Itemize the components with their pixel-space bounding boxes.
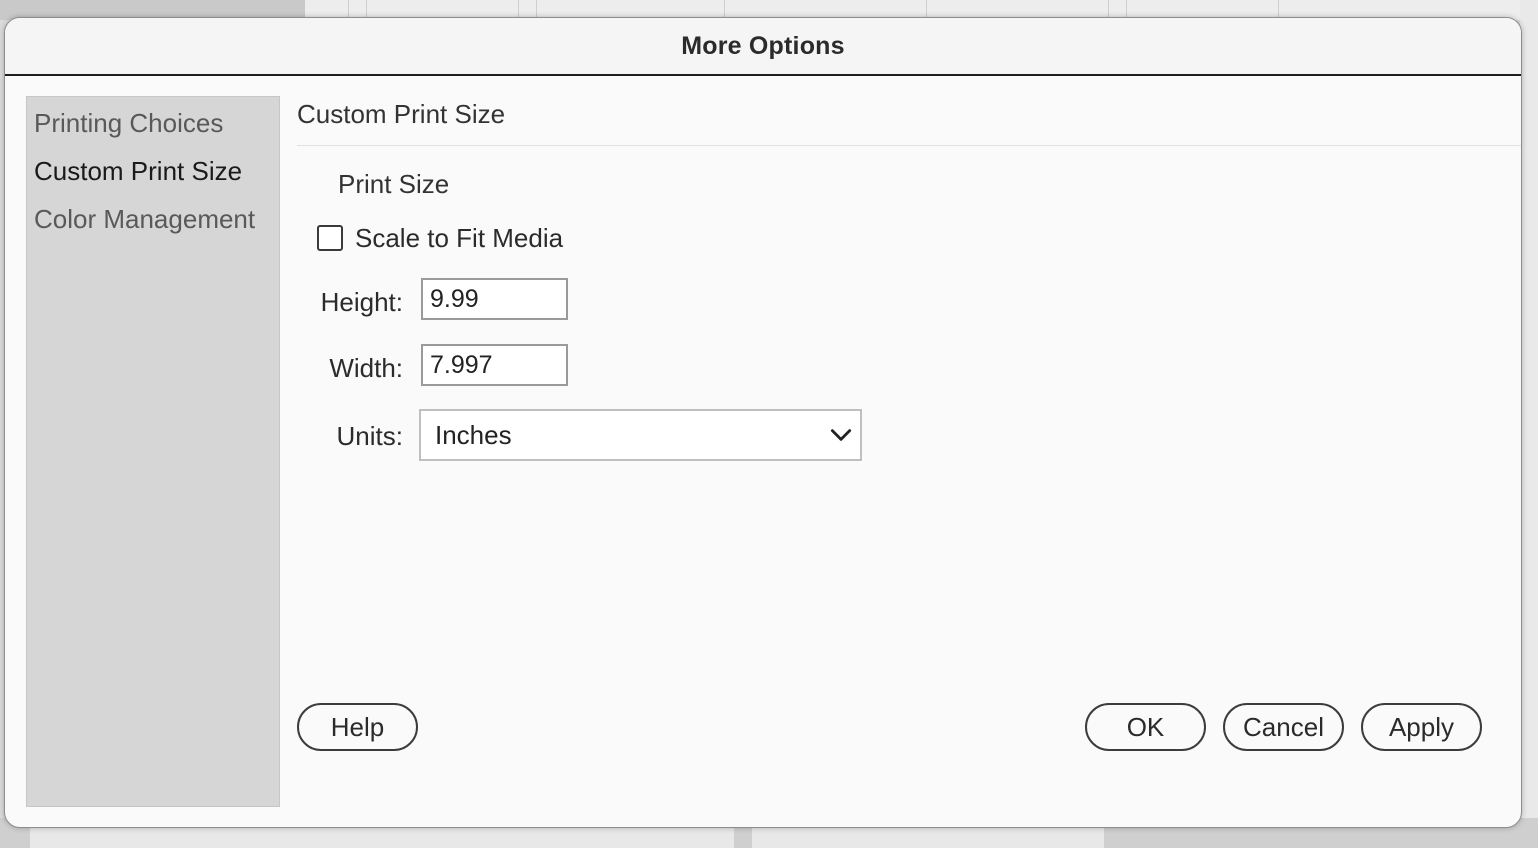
sidebar-item-color-management[interactable]: Color Management bbox=[27, 201, 279, 249]
scale-to-fit-row: Scale to Fit Media bbox=[317, 222, 563, 254]
scale-to-fit-checkbox[interactable] bbox=[317, 225, 343, 251]
ok-button[interactable]: OK bbox=[1085, 703, 1206, 751]
apply-button[interactable]: Apply bbox=[1361, 703, 1482, 751]
background-right-edge bbox=[1520, 0, 1538, 848]
more-options-dialog: More Options Printing Choices Custom Pri… bbox=[4, 17, 1522, 828]
scale-to-fit-label[interactable]: Scale to Fit Media bbox=[355, 223, 563, 254]
height-input[interactable] bbox=[421, 278, 568, 320]
help-button[interactable]: Help bbox=[297, 703, 418, 751]
units-select[interactable]: Inches bbox=[419, 409, 862, 461]
cancel-button[interactable]: Cancel bbox=[1223, 703, 1344, 751]
dialog-title: More Options bbox=[681, 31, 845, 60]
print-size-group-label: Print Size bbox=[338, 169, 450, 199]
sidebar-item-custom-print-size[interactable]: Custom Print Size bbox=[27, 153, 279, 201]
sidebar-item-printing-choices[interactable]: Printing Choices bbox=[27, 105, 279, 153]
section-title: Custom Print Size bbox=[297, 99, 506, 129]
width-label: Width: bbox=[329, 353, 403, 383]
units-label: Units: bbox=[336, 421, 403, 451]
units-selected-value: Inches bbox=[435, 419, 512, 450]
options-sidebar: Printing Choices Custom Print Size Color… bbox=[26, 96, 280, 807]
height-label: Height: bbox=[320, 287, 403, 317]
width-input[interactable] bbox=[421, 344, 568, 386]
section-divider bbox=[297, 145, 1521, 146]
chevron-down-icon bbox=[830, 429, 852, 441]
dialog-titlebar[interactable]: More Options bbox=[5, 18, 1521, 76]
